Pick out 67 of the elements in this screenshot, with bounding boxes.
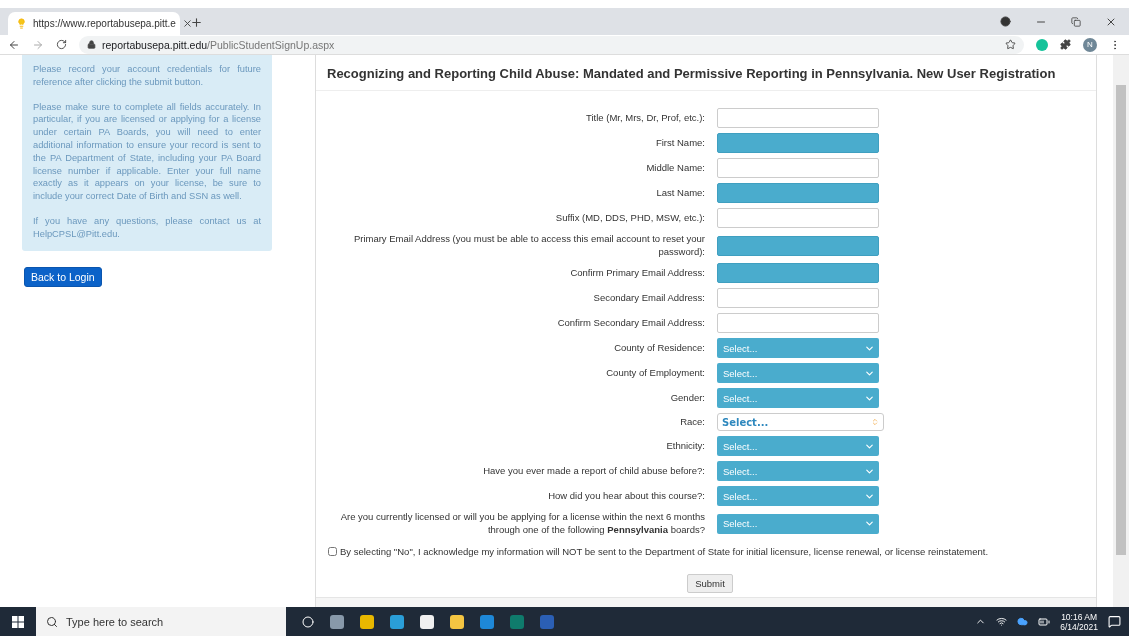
select-dropdown[interactable]: Select... — [717, 461, 879, 481]
text-field[interactable] — [717, 108, 879, 128]
scrollbar[interactable] — [1113, 55, 1129, 607]
windows-logo-icon[interactable] — [12, 615, 24, 628]
text-field[interactable] — [717, 313, 879, 333]
select-dropdown[interactable]: Select... — [717, 338, 879, 358]
info-text: Please record your account credentials for future reference after clicking the submit button. — [33, 63, 261, 89]
field-label: How did you hear about this course?: — [547, 489, 705, 503]
chevrons-icon — [871, 418, 879, 426]
restore-icon[interactable] — [1071, 16, 1081, 27]
lock-icon[interactable] — [87, 40, 96, 49]
select-dropdown[interactable]: Select... — [717, 388, 879, 408]
field-label: Ethnicity: — [665, 439, 705, 453]
field-label: Suffix (MD, DDS, PHD, MSW, etc.): — [554, 211, 705, 225]
wifi-icon[interactable] — [996, 616, 1008, 627]
field-label: County of Employment: — [605, 366, 705, 380]
notifications-icon[interactable] — [1108, 615, 1121, 628]
select-dropdown[interactable]: Select... — [717, 413, 884, 431]
select-dropdown[interactable]: Select... — [717, 513, 879, 534]
profile-avatar[interactable]: N — [1083, 37, 1097, 52]
text-field[interactable] — [717, 133, 879, 153]
checkbox[interactable] — [328, 547, 337, 556]
search-placeholder: Type here to search — [66, 615, 164, 628]
media-control-icon[interactable] — [1000, 16, 1011, 27]
field-label: Confirm Primary Email Address: — [569, 266, 705, 280]
puzzle-icon[interactable] — [1060, 39, 1071, 50]
taskbar-search-field[interactable]: Type here to search — [36, 607, 286, 636]
acknowledgement-text: By selecting "No", I acknowledge my information will NOT be sent to the Department of State for initial licensure, license renewal, or license reinstatement. — [340, 546, 989, 557]
back-to-login-button[interactable]: Back to Login — [24, 266, 102, 287]
text-field[interactable] — [717, 263, 879, 283]
address-bar[interactable]: reportabusepa.pitt.edu/PublicStudentSignUp.aspx — [79, 35, 1024, 54]
field-label: Middle Name: — [645, 161, 705, 175]
field-label: County of Residence: — [613, 341, 705, 355]
text-field[interactable] — [717, 208, 879, 228]
field-label: Race: — [679, 415, 705, 429]
new-tab-icon[interactable] — [190, 16, 203, 29]
back-icon[interactable] — [8, 38, 20, 51]
form-title: Recognizing and Reporting Child Abuse: Mandated and Permissive Reporting in Pennsylvania. New User Registration — [316, 55, 1096, 91]
field-label: Title (Mr, Mrs, Dr, Prof, etc.): — [585, 111, 705, 125]
submit-button[interactable]: Submit — [687, 574, 733, 593]
cortana-icon[interactable] — [302, 615, 314, 628]
text-field[interactable] — [717, 158, 879, 178]
reload-icon[interactable] — [56, 39, 67, 50]
clock[interactable]: 10:16 AM 6/14/2021 — [1060, 611, 1098, 632]
text-field[interactable] — [717, 288, 879, 308]
lightbulb-icon — [16, 18, 27, 29]
search-icon — [46, 615, 58, 628]
cloud-icon[interactable] — [1017, 616, 1029, 627]
field-label: Confirm Secondary Email Address: — [556, 316, 705, 330]
field-label: Last Name: — [655, 186, 705, 200]
info-text: If you have any questions, please contact us at HelpCPSL@Pitt.edu. — [33, 214, 261, 241]
field-label: Have you ever made a report of child abuse before?: — [482, 464, 705, 478]
field-label: Primary Email Address (you must be able to access this email account to reset your password): — [352, 233, 705, 258]
battery-icon[interactable] — [1038, 615, 1051, 628]
field-label: First Name: — [654, 136, 705, 150]
select-dropdown[interactable]: Select... — [717, 436, 879, 456]
field-label: Gender: — [669, 391, 705, 405]
select-dropdown[interactable]: Select... — [717, 486, 879, 506]
text-field[interactable] — [717, 183, 879, 203]
info-text: Please make sure to complete all fields accurately. In particular, if you are licensed or applying for a license under certain PA Boards, you will need to enter additional information to ensure your record is sent to the PA Department of State, including your PA Board license number if applicable. Enter your full name exactly as it appears on your license, be sure to include your correct Date of Birth and SSN as well. — [33, 100, 261, 203]
select-dropdown[interactable]: Select... — [717, 363, 879, 383]
field-label: Are you currently licensed or will you be applying for a license within the next 6 months through one of the following Pennsylvania boards? — [339, 511, 705, 536]
chevron-down-icon — [864, 518, 875, 529]
star-icon[interactable] — [1005, 39, 1016, 50]
close-icon[interactable] — [181, 18, 193, 29]
text-field[interactable] — [717, 235, 879, 256]
field-label: Secondary Email Address: — [592, 291, 705, 305]
